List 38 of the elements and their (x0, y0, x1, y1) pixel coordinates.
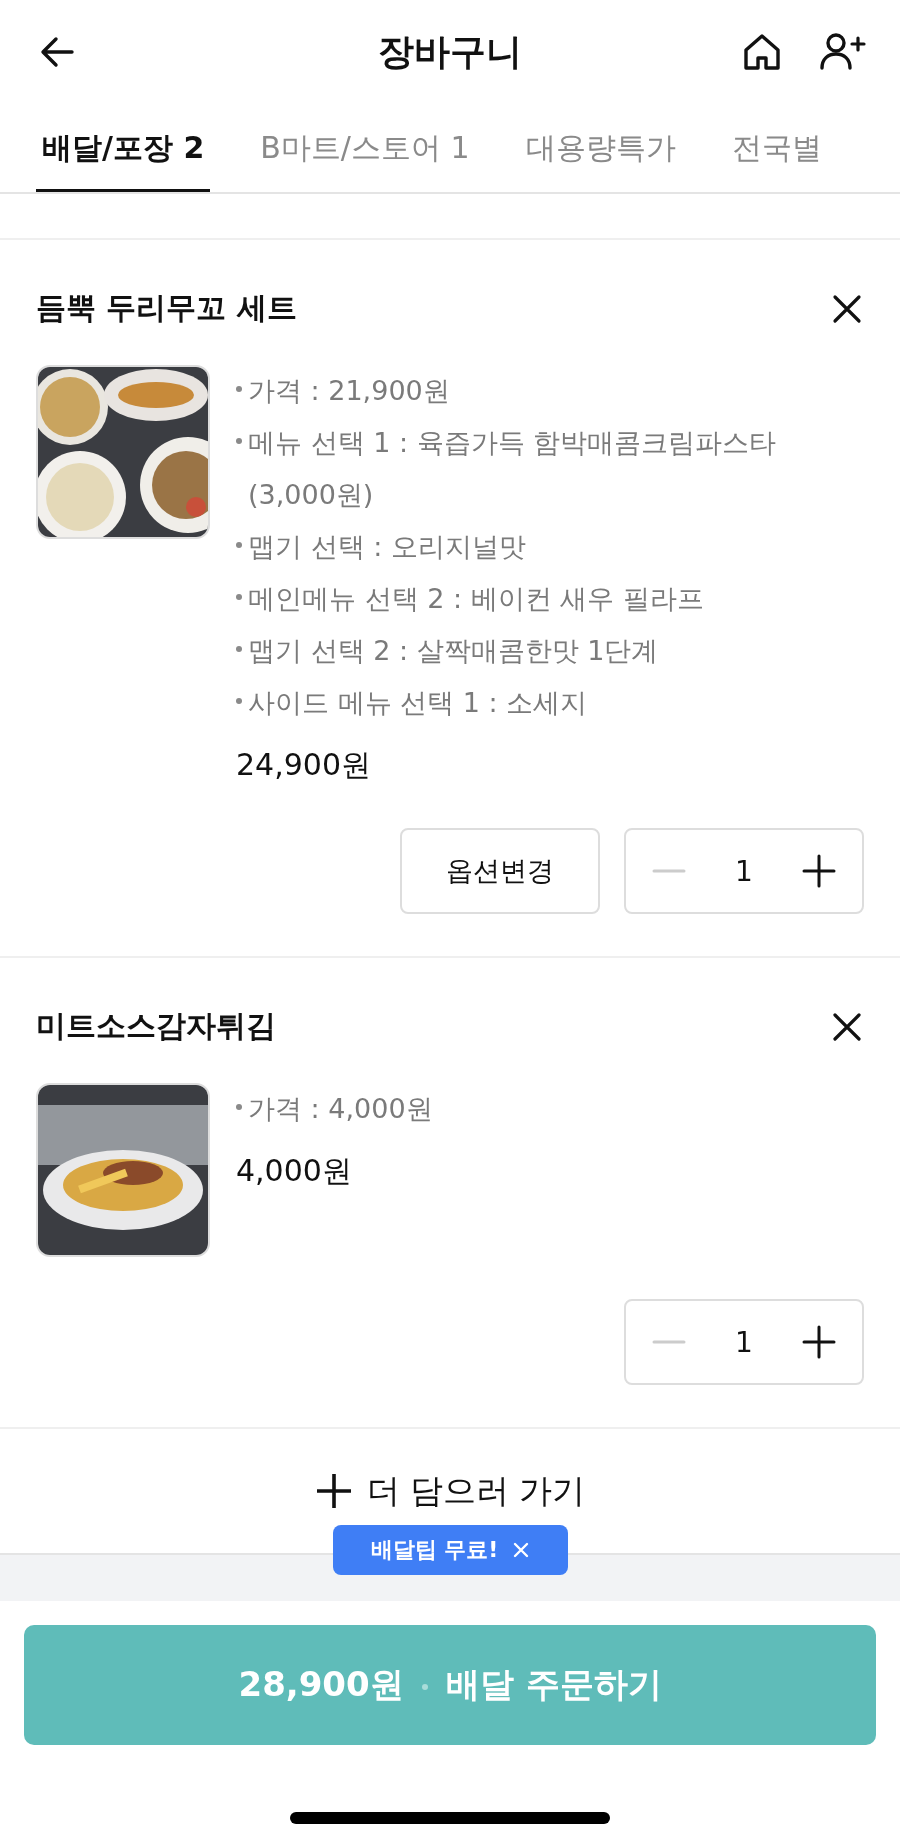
option-text: 메뉴 선택 1 : 육즙가득 함박매콤크림파스타 (3,000원) (248, 426, 778, 512)
item-name: 미트소스감자튀김 (36, 1007, 276, 1045)
bullet-dot (236, 542, 242, 548)
bullet-dot (236, 386, 242, 392)
quantity: 1 (735, 854, 753, 888)
option-text: 메인메뉴 선택 2 : 베이컨 새우 필라프 (248, 582, 704, 616)
item-price: 4,000원 (236, 1152, 353, 1190)
tab[interactable]: 배달/포장 2 (36, 104, 211, 192)
order-button[interactable]: 28,900원 배달 주문하기 (24, 1625, 876, 1745)
bullet-dot (236, 438, 242, 444)
option-text: 맵기 선택 2 : 살짝매콤한맛 1단계 (248, 634, 659, 668)
change-options-button[interactable]: 옵션변경 (400, 828, 600, 914)
option-text: 가격 : 4,000원 (248, 1092, 433, 1126)
bullet-dot (236, 646, 242, 652)
bullet-dot (236, 594, 242, 600)
plus-icon (802, 854, 836, 888)
close-icon (512, 1541, 531, 1559)
plus-icon (314, 1472, 353, 1510)
option-text: 맵기 선택 : 오리지널맛 (248, 530, 526, 564)
minus-icon (652, 1340, 686, 1344)
option-text: 사이드 메뉴 선택 1 : 소세지 (248, 686, 588, 720)
minus-icon (652, 869, 686, 873)
tooltip-text: 배달팁 무료! (370, 1536, 499, 1564)
separator-dot (421, 1683, 428, 1690)
item-name: 듬뿍 두리무꼬 세트 (36, 289, 297, 327)
plus-icon (802, 1325, 836, 1359)
bullet-dot (236, 1104, 242, 1110)
tab[interactable]: 전국별 (725, 104, 828, 192)
bullet-dot (236, 698, 242, 704)
item-price: 24,900원 (236, 746, 372, 784)
tab[interactable]: 대용량특가 (519, 104, 682, 192)
tab[interactable]: B마트/스토어 1 (254, 104, 476, 192)
increase-button[interactable] (802, 1325, 836, 1359)
option-text: 가격 : 21,900원 (248, 374, 450, 408)
increase-button[interactable] (802, 854, 836, 888)
page-title: 장바구니 (378, 29, 522, 74)
quantity: 1 (735, 1325, 753, 1359)
add-more-button[interactable]: 더 담으러 가기 (314, 1465, 586, 1517)
